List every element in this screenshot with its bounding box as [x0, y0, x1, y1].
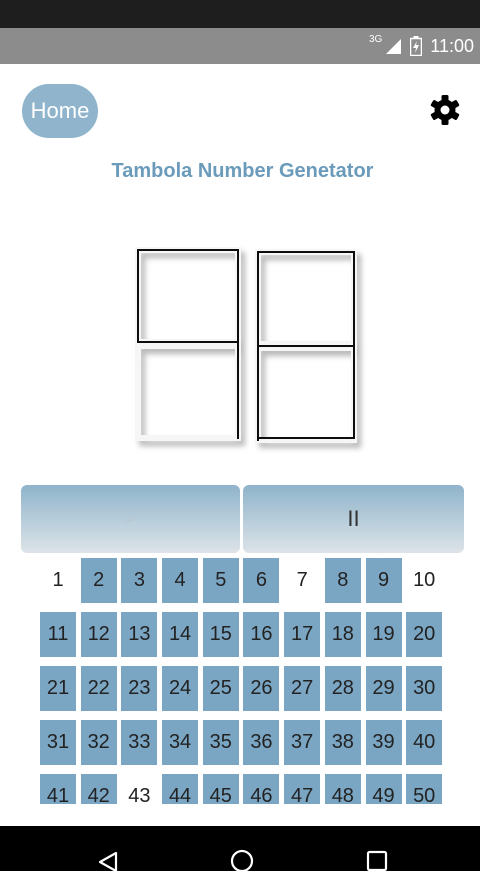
digit-left — [135, 247, 241, 441]
number-cell: 16 — [243, 612, 280, 657]
signal-icon — [386, 39, 402, 54]
home-icon[interactable] — [229, 848, 255, 874]
battery-icon — [410, 36, 423, 56]
digit-right — [255, 249, 357, 443]
status-bar: 3G 11:00 — [0, 28, 480, 64]
number-cell: 28 — [324, 666, 361, 711]
clock: 11:00 — [430, 35, 474, 56]
number-cell: 27 — [284, 666, 321, 711]
number-cell: 13 — [121, 612, 158, 657]
number-cell: 49 — [365, 774, 402, 804]
number-cell: 30 — [406, 666, 443, 711]
number-board: 1 2 3 4 5 6 7 8 9 10 11 12 13 14 15 16 17 18 19 20 21 22 23 24 2… — [40, 558, 444, 804]
number-cell: 25 — [202, 666, 239, 711]
navigation-bar — [0, 826, 480, 874]
number-cell: 35 — [202, 720, 239, 765]
number-cell: 42 — [80, 774, 117, 804]
number-cell: 34 — [162, 720, 199, 765]
number-cell: 21 — [40, 666, 76, 711]
number-cell: 48 — [324, 774, 361, 804]
gear-icon[interactable] — [429, 94, 461, 126]
network-type: 3G — [368, 33, 383, 45]
number-cell: 26 — [243, 666, 280, 711]
number-cell: 20 — [406, 612, 443, 657]
number-cell: 6 — [243, 558, 280, 603]
number-cell: 7 — [296, 569, 308, 591]
number-cell: 2 — [80, 558, 117, 603]
top-strip — [0, 0, 480, 28]
number-cell: 33 — [121, 720, 158, 765]
number-cell: 22 — [80, 666, 117, 711]
number-cell: 46 — [243, 774, 280, 804]
app-title: Tambola Number Genetator — [111, 160, 374, 182]
number-cell: 38 — [324, 720, 361, 765]
number-cell: 47 — [284, 774, 321, 804]
number-cell: 50 — [406, 774, 443, 804]
recents-icon[interactable] — [366, 850, 388, 872]
number-cell: 40 — [406, 720, 443, 765]
start-button[interactable]: > — [21, 485, 240, 553]
status-icons: 3G 11:00 — [369, 28, 474, 64]
number-cell: 8 — [324, 558, 361, 603]
number-cell: 12 — [80, 612, 117, 657]
number-cell: 17 — [284, 612, 321, 657]
number-cell: 44 — [162, 774, 199, 804]
number-cell: 1 — [52, 569, 64, 591]
number-cell: 5 — [202, 558, 239, 603]
home-button[interactable]: Home — [22, 84, 98, 138]
number-cell: 31 — [40, 720, 76, 765]
number-cell: 4 — [162, 558, 199, 603]
number-cell: 39 — [365, 720, 402, 765]
number-cell: 19 — [365, 612, 402, 657]
number-cell: 14 — [162, 612, 199, 657]
number-cell: 10 — [413, 569, 436, 591]
number-cell: 24 — [162, 666, 199, 711]
number-cell: 29 — [365, 666, 402, 711]
number-cell: 41 — [40, 774, 76, 804]
pause-button[interactable]: II — [243, 485, 464, 553]
number-grid: 1 2 3 4 5 6 7 8 9 10 11 12 13 14 15 16 17 18 19 20 21 22 23 24 2… — [40, 558, 444, 804]
number-cell: 37 — [284, 720, 321, 765]
number-cell: 15 — [202, 612, 239, 657]
number-cell: 18 — [324, 612, 361, 657]
number-cell: 9 — [365, 558, 402, 603]
number-display — [135, 247, 357, 443]
number-cell: 45 — [202, 774, 239, 804]
number-cell: 23 — [121, 666, 158, 711]
back-icon[interactable] — [96, 850, 120, 874]
number-cell: 36 — [243, 720, 280, 765]
number-cell: 43 — [128, 785, 151, 804]
number-cell: 32 — [80, 720, 117, 765]
number-cell: 11 — [40, 612, 76, 657]
number-cell: 3 — [121, 558, 158, 603]
